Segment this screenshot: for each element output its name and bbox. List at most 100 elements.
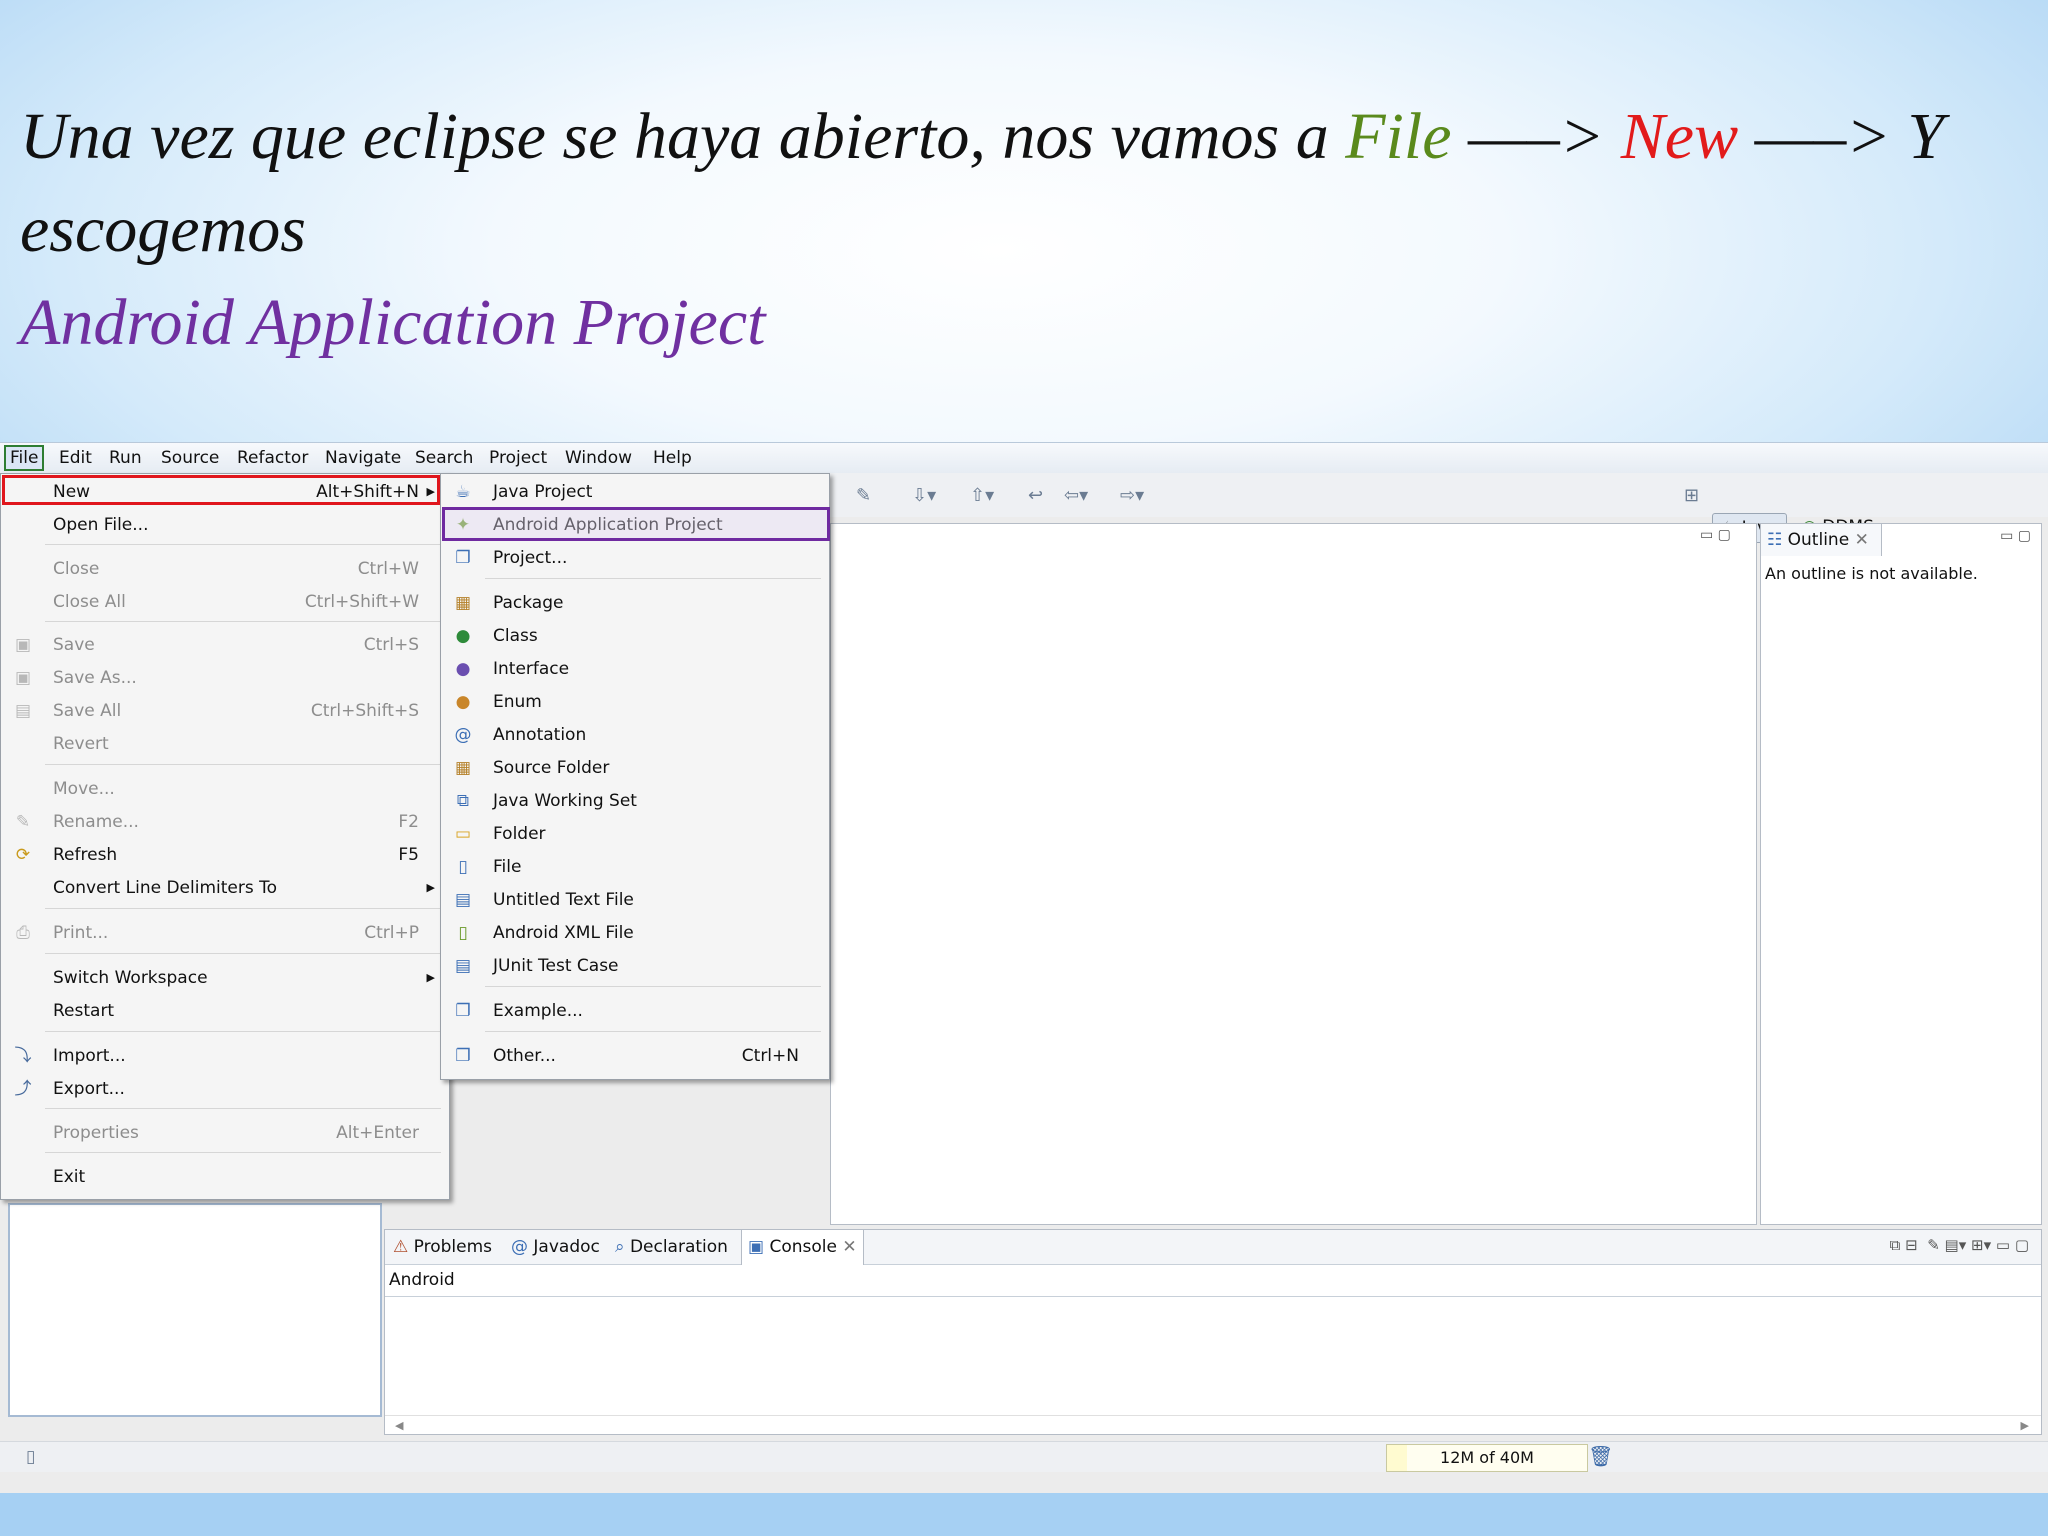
tab-problems[interactable]: ⚠ Problems (387, 1230, 498, 1264)
android-xml-icon: ▯ (458, 923, 468, 943)
horizontal-scrollbar[interactable]: ◀ ▶ (385, 1415, 2041, 1434)
package-explorer-panel (8, 1203, 382, 1417)
menu-item-folder[interactable]: ▭ Folder (441, 819, 829, 849)
menu-item-close[interactable]: Close Ctrl+W (1, 554, 449, 584)
editor-area[interactable] (830, 523, 1757, 1225)
open-perspective-icon[interactable]: ⊞ (1684, 485, 1699, 506)
other-wizard-icon: ❐ (455, 1046, 471, 1066)
folder-icon: ▭ (454, 824, 472, 844)
menu-item-properties[interactable]: Properties Alt+Enter (1, 1118, 449, 1148)
tab-javadoc-label: Javadoc (533, 1237, 600, 1257)
menu-item-label: Export... (53, 1079, 125, 1099)
menu-window[interactable]: Window (560, 447, 637, 469)
tab-console[interactable]: ▣ Console ✕ (741, 1230, 864, 1265)
menu-item-move[interactable]: Move... (1, 774, 449, 804)
menu-search[interactable]: Search (410, 447, 478, 469)
menu-item-revert[interactable]: Revert (1, 729, 449, 759)
menu-item-label: Java Working Set (493, 791, 637, 811)
menu-item-file[interactable]: ▯ File (441, 852, 829, 882)
menu-item-label: Open File... (53, 515, 149, 535)
menu-item-project[interactable]: ❐ Project... (441, 543, 829, 573)
menu-refactor[interactable]: Refactor (232, 447, 313, 469)
package-icon: ▦ (454, 593, 472, 613)
menu-run[interactable]: Run (104, 447, 147, 469)
menu-item-save[interactable]: ▣ Save Ctrl+S (1, 630, 449, 660)
menu-item-java-project[interactable]: ☕ Java Project (441, 477, 829, 507)
file-icon: ▯ (458, 857, 468, 877)
garbage-collect-icon[interactable]: 🗑 (1588, 1444, 1613, 1468)
menu-file[interactable]: File (4, 445, 45, 471)
menu-item-example[interactable]: ❐ Example... (441, 996, 829, 1026)
import-icon: ⤵ (14, 1046, 32, 1066)
menu-item-class[interactable]: ● Class (441, 621, 829, 651)
menu-item-import[interactable]: ⤵ Import... (1, 1041, 449, 1071)
menu-item-package[interactable]: ▦ Package (441, 588, 829, 618)
tab-javadoc[interactable]: @ Javadoc (505, 1230, 606, 1264)
next-annotation-icon[interactable]: ⇩▾ (912, 485, 936, 506)
save-icon: ▣ (14, 635, 32, 655)
eclipse-window: File Edit Run Source Refactor Navigate S… (0, 442, 2048, 1493)
menu-item-label: Folder (493, 824, 546, 844)
menu-item-interface[interactable]: ● Interface (441, 654, 829, 684)
close-icon[interactable]: ✕ (1849, 530, 1869, 550)
tab-declaration[interactable]: ⌕ Declaration (609, 1230, 734, 1264)
mark-occurrences-icon[interactable]: ✎ (856, 485, 871, 506)
back-icon[interactable]: ⇦▾ (1064, 485, 1088, 506)
console-toolbar-icons[interactable]: ⧉ ⊟ ✎ ▤▾ ⊞▾ ▭ ▢ (1890, 1236, 2029, 1254)
save-as-icon: ▣ (14, 668, 32, 688)
bottom-panel: ⚠ Problems @ Javadoc ⌕ Declaration ▣ Con… (384, 1229, 2042, 1435)
menu-item-convert-line-delimiters[interactable]: Convert Line Delimiters To ▶ (1, 873, 449, 903)
export-icon: ⤴ (14, 1079, 32, 1099)
title-text-1: Una vez que eclipse se haya abierto, nos… (20, 100, 1346, 173)
menu-project[interactable]: Project (484, 447, 552, 469)
menu-item-annotation[interactable]: @ Annotation (441, 720, 829, 750)
menu-item-enum[interactable]: ● Enum (441, 687, 829, 717)
menu-item-android-xml-file[interactable]: ▯ Android XML File (441, 918, 829, 948)
problems-icon: ⚠ (393, 1237, 414, 1257)
menu-item-save-as[interactable]: ▣ Save As... (1, 663, 449, 693)
menu-item-label: Refresh (53, 845, 118, 865)
menu-item-save-all[interactable]: ▤ Save All Ctrl+Shift+S (1, 696, 449, 726)
menu-item-print[interactable]: ⎙ Print... Ctrl+P (1, 918, 449, 948)
menu-item-label: File (493, 857, 522, 877)
new-project-icon: ❐ (455, 548, 471, 568)
file-menu: New Alt+Shift+N ▶ Open File... Close Ctrl+W… (0, 473, 450, 1200)
editor-min-max-icon[interactable]: ▭ ▢ (1700, 527, 1731, 543)
menu-item-restart[interactable]: Restart (1, 996, 449, 1026)
menu-item-label: Android XML File (493, 923, 634, 943)
tab-outline[interactable]: ☷ Outline ✕ (1761, 524, 1882, 556)
prev-annotation-icon[interactable]: ⇧▾ (970, 485, 994, 506)
menu-item-accel: Ctrl+Shift+S (310, 701, 419, 721)
menu-item-open-file[interactable]: Open File... (1, 510, 449, 540)
close-icon[interactable]: ✕ (837, 1237, 856, 1257)
menu-item-export[interactable]: ⤴ Export... (1, 1074, 449, 1104)
menu-item-label: Project... (493, 548, 568, 568)
menu-item-close-all[interactable]: Close All Ctrl+Shift+W (1, 587, 449, 617)
menu-help[interactable]: Help (648, 447, 697, 469)
menu-item-label: Other... (493, 1046, 556, 1066)
new-window-icon[interactable]: ▯ (26, 1447, 35, 1467)
title-arrow-1: —–> (1451, 100, 1621, 173)
menu-item-source-folder[interactable]: ▦ Source Folder (441, 753, 829, 783)
enum-icon: ● (455, 692, 471, 712)
menu-navigate[interactable]: Navigate (320, 447, 406, 469)
menu-item-exit[interactable]: Exit (1, 1162, 449, 1192)
highlight-new (2, 475, 440, 505)
menu-edit[interactable]: Edit (54, 447, 97, 469)
last-edit-icon[interactable]: ↩ (1028, 485, 1043, 506)
menu-item-rename[interactable]: ✎ Rename... F2 (1, 807, 449, 837)
menu-source[interactable]: Source (156, 447, 224, 469)
menu-item-other[interactable]: ❐ Other... Ctrl+N (441, 1041, 829, 1071)
console-icon: ▣ (748, 1237, 770, 1257)
forward-icon[interactable]: ⇨▾ (1120, 485, 1144, 506)
menu-item-switch-workspace[interactable]: Switch Workspace ▶ (1, 963, 449, 993)
menu-item-java-working-set[interactable]: ⧉ Java Working Set (441, 786, 829, 816)
divider (45, 764, 441, 765)
console-output[interactable] (385, 1296, 2041, 1417)
outline-min-max-icon[interactable]: ▭ ▢ (2000, 528, 2031, 544)
menu-item-junit-test-case[interactable]: ▤ JUnit Test Case (441, 951, 829, 981)
menu-item-untitled-text-file[interactable]: ▤ Untitled Text File (441, 885, 829, 915)
javadoc-icon: @ (511, 1237, 534, 1257)
menu-item-label: Annotation (493, 725, 587, 745)
menu-item-refresh[interactable]: ⟳ Refresh F5 (1, 840, 449, 870)
